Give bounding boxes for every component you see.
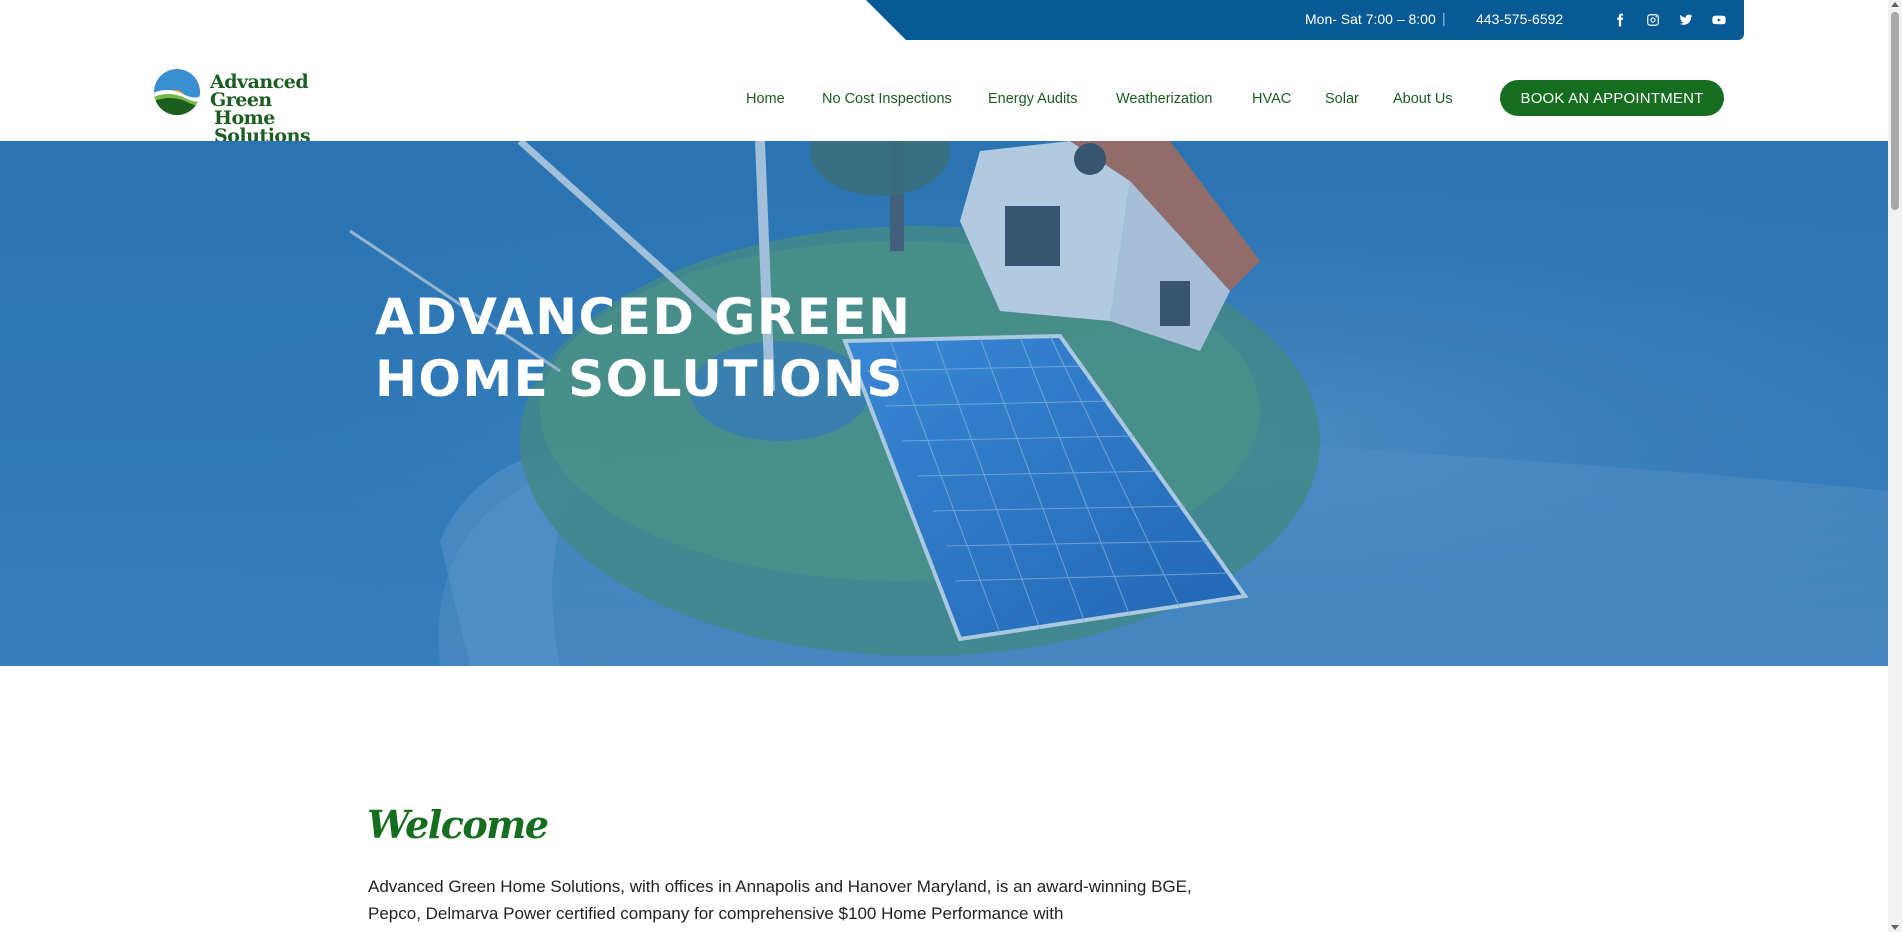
- nav-weatherization[interactable]: Weatherization: [1116, 91, 1212, 107]
- facebook-icon[interactable]: [1611, 11, 1629, 29]
- nav-energy-audits[interactable]: Energy Audits: [988, 91, 1077, 107]
- welcome-heading: Welcome: [367, 802, 549, 847]
- nav-solar[interactable]: Solar: [1325, 91, 1359, 107]
- logo-mark-icon: [154, 69, 200, 115]
- hero-title-line-1: ADVANCED GREEN: [375, 288, 912, 346]
- top-info-bar: Mon- Sat 7:00 – 8:00 | 443-575-6592: [866, 0, 1744, 40]
- phone-link[interactable]: 443-575-6592: [1476, 11, 1563, 27]
- nav-no-cost-inspections[interactable]: No Cost Inspections: [822, 91, 952, 107]
- site-header: Advanced Green Home Solutions Home No Co…: [0, 40, 1888, 146]
- nav-hvac[interactable]: HVAC: [1252, 91, 1291, 107]
- hero-title-line-2: HOME SOLUTIONS: [375, 350, 904, 408]
- nav-about-us[interactable]: About Us: [1393, 91, 1453, 107]
- twitter-icon[interactable]: [1677, 11, 1695, 29]
- hero-banner: ADVANCED GREEN HOME SOLUTIONS: [0, 141, 1888, 666]
- scroll-down-arrow-icon[interactable]: [1891, 925, 1899, 930]
- page-scrollbar[interactable]: [1888, 0, 1902, 932]
- logo-line-1: Advanced Green: [210, 71, 309, 111]
- scroll-up-arrow-icon[interactable]: [1891, 2, 1899, 7]
- youtube-icon[interactable]: [1710, 11, 1728, 29]
- nav-home[interactable]: Home: [746, 91, 785, 107]
- welcome-paragraph: Advanced Green Home Solutions, with offi…: [368, 877, 1192, 923]
- hero-title: ADVANCED GREEN HOME SOLUTIONS: [375, 286, 912, 410]
- hero-background-image: [0, 141, 1888, 666]
- instagram-icon[interactable]: [1644, 11, 1662, 29]
- logo-line-2: Home Solutions: [214, 107, 311, 147]
- scrollbar-thumb[interactable]: [1891, 12, 1899, 210]
- logo-wordmark: Advanced Green Home Solutions: [210, 71, 353, 147]
- topbar-separator: |: [1442, 10, 1446, 26]
- business-hours: Mon- Sat 7:00 – 8:00: [1305, 11, 1436, 27]
- book-appointment-button[interactable]: BOOK AN APPOINTMENT: [1500, 80, 1724, 116]
- site-logo[interactable]: Advanced Green Home Solutions: [153, 68, 353, 146]
